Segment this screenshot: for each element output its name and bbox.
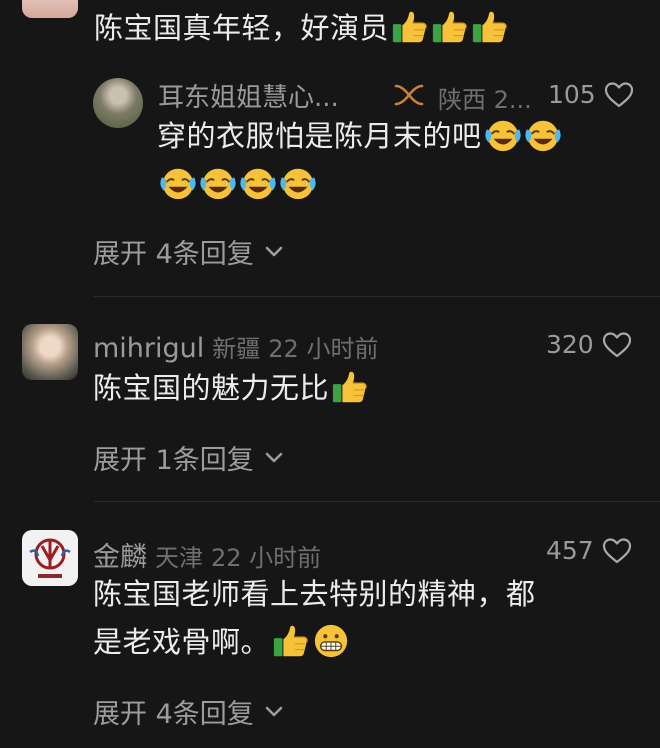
reply-1-text: 穿的衣服怕是陈月末的吧 [157, 114, 562, 158]
divider [94, 296, 660, 297]
chevron-down-icon [264, 245, 284, 259]
thumbs-up-emoji [272, 622, 310, 660]
reply-1-likes[interactable]: 105 [548, 80, 634, 109]
comment-3-likes[interactable]: 457 [546, 536, 632, 565]
comment-3-text-line: 是老戏骨啊。 [93, 625, 271, 659]
thumbs-up-emoji [391, 8, 429, 46]
divider [94, 501, 660, 502]
thumbs-up-emoji [471, 8, 509, 46]
reply-1-meta: 耳东姐姐慧心... [158, 77, 339, 114]
comment-1-text: 陈宝国真年轻，好演员 [94, 6, 509, 50]
avatar-comment-3[interactable] [22, 530, 78, 586]
comment-2-location: 新疆 [212, 335, 261, 363]
reply-1-text-line: 穿的衣服怕是陈月末的吧 [157, 119, 482, 153]
grinning-emoji [312, 622, 350, 660]
comment-3-location: 天津 [155, 544, 203, 572]
comment-3-text-line-1: 陈宝国老师看上去特别的精神，都 [93, 572, 536, 616]
comment-1-text-line: 陈宝国真年轻，好演员 [94, 11, 390, 45]
expand-replies-label: 展开 1条回复 [93, 445, 254, 476]
thumbs-up-emoji [431, 8, 469, 46]
expand-replies-button-3[interactable]: 展开 4条回复 [93, 692, 284, 731]
comment-2-time: 22 小时前 [268, 335, 379, 363]
heart-outline-icon[interactable] [602, 537, 632, 565]
chevron-down-icon [264, 451, 284, 465]
expand-replies-button-2[interactable]: 展开 1条回复 [93, 438, 284, 477]
avatar-reply-1[interactable] [93, 78, 143, 128]
laughing-crying-emoji [524, 116, 562, 154]
expand-replies-label: 展开 4条回复 [93, 699, 254, 730]
laughing-crying-emoji [199, 164, 237, 202]
infinity-badge-icon [394, 84, 424, 106]
comment-2-text: 陈宝国的魅力无比 [93, 366, 369, 410]
expand-replies-button-1[interactable]: 展开 4条回复 [93, 232, 284, 271]
comment-2-likes[interactable]: 320 [546, 330, 632, 359]
reply-1-location-text: 陕西 2... [438, 86, 532, 114]
expand-replies-label: 展开 4条回复 [93, 239, 254, 270]
chevron-down-icon [264, 705, 284, 719]
reply-1-emoji-row [157, 164, 317, 202]
avatar-comment-2[interactable] [22, 324, 78, 380]
seal-logo-icon [29, 538, 71, 578]
comment-3-author[interactable]: 金麟 [93, 542, 147, 573]
comment-2-text-line: 陈宝国的魅力无比 [93, 371, 330, 405]
comment-3-meta: 金麟 天津 22 小时前 [93, 535, 321, 574]
comment-3-text-line: 陈宝国老师看上去特别的精神，都 [93, 577, 536, 611]
comment-2-author[interactable]: mihrigul [93, 333, 204, 364]
laughing-crying-emoji [159, 164, 197, 202]
comment-3-time: 22 小时前 [211, 544, 322, 572]
laughing-crying-emoji [484, 116, 522, 154]
heart-outline-icon[interactable] [604, 81, 634, 109]
comment-3-text-line-2: 是老戏骨啊。 [93, 620, 350, 664]
comment-2-meta: mihrigul 新疆 22 小时前 [93, 329, 378, 364]
avatar-comment-1[interactable] [22, 0, 78, 18]
like-count: 320 [546, 330, 594, 359]
laughing-crying-emoji [279, 164, 317, 202]
thumbs-up-emoji [331, 368, 369, 406]
like-count: 105 [548, 80, 596, 109]
heart-outline-icon[interactable] [602, 331, 632, 359]
laughing-crying-emoji [239, 164, 277, 202]
like-count: 457 [546, 536, 594, 565]
reply-1-author[interactable]: 耳东姐姐慧心... [158, 83, 339, 113]
reply-1-location: 陕西 2... [438, 80, 532, 115]
